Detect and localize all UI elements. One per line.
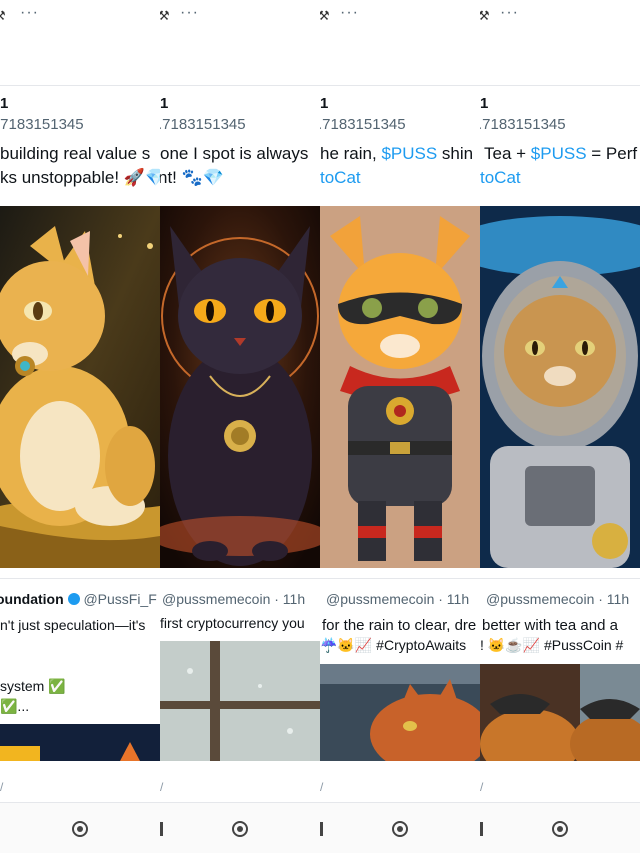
like-count: 1 xyxy=(0,95,9,112)
tweet-text-line: ks unstoppable! 🚀💎 xyxy=(0,168,160,187)
tweet-column-2: ⚒ ··· 1 .7183151345 one I spot is always… xyxy=(160,0,320,853)
tweet-text-line: first cryptocurrency you xyxy=(160,615,305,631)
like-count: 1 xyxy=(160,95,169,112)
contract-address: .7183151345 xyxy=(160,116,246,133)
contract-address: .7183151345 xyxy=(480,116,566,133)
more-icon[interactable]: ··· xyxy=(180,4,199,22)
superhero-cat-image[interactable] xyxy=(320,206,480,568)
hammer-icon: ⚒ xyxy=(480,8,490,23)
rainy-window-image[interactable] xyxy=(160,641,320,761)
system-nav-bar xyxy=(480,802,640,853)
golden-cat-image[interactable] xyxy=(0,206,160,568)
author-handle[interactable]: @pussmemecoin · 11h xyxy=(486,591,629,607)
home-nav-icon[interactable] xyxy=(392,821,408,837)
footer-mark: / xyxy=(320,780,324,794)
text-part: = Perf xyxy=(586,144,638,163)
author-handle[interactable]: @PussFi_F xyxy=(83,591,156,607)
footer-mark: / xyxy=(0,780,4,794)
contract-address: .7183151345 xyxy=(320,116,406,133)
hashtag-link[interactable]: toCat xyxy=(480,168,521,188)
tweet-column-3: ⚒ ··· 1 .7183151345 he rain, $PUSS shin … xyxy=(320,0,480,853)
tweet-text-line: building real value s xyxy=(0,144,151,163)
tweet-text-line: nt! 🐾💎 xyxy=(160,168,224,187)
rain-cat-window-image[interactable] xyxy=(320,664,480,761)
author-header: oundation @PussFi_F xyxy=(0,591,157,607)
cashtag-link[interactable]: $PUSS xyxy=(531,144,587,163)
tweet-text-line: system ✅ xyxy=(0,678,66,694)
divider xyxy=(320,85,480,86)
more-icon[interactable]: ··· xyxy=(500,4,519,22)
contract-address: .7183151345 xyxy=(0,116,84,133)
tweet-text-line: better with tea and a xyxy=(482,617,618,634)
tweet-column-1: ⚒ ··· 1 .7183151345 building real value … xyxy=(0,0,160,853)
system-nav-bar xyxy=(320,802,480,853)
system-nav-bar xyxy=(0,802,160,853)
divider xyxy=(0,578,160,579)
text-part: he rain, xyxy=(320,144,382,163)
back-nav-icon[interactable] xyxy=(160,822,163,836)
text-part: shin xyxy=(437,144,474,163)
tweet-text-line: n't just speculation—it's xyxy=(0,617,146,633)
divider xyxy=(160,85,320,86)
text-part: Tea + xyxy=(484,144,531,163)
tweet-text-line: ! 🐱☕📈 #PussCoin # xyxy=(480,637,624,653)
astronaut-cat-image[interactable] xyxy=(480,206,640,568)
author-name[interactable]: oundation xyxy=(0,591,64,607)
more-icon[interactable]: ··· xyxy=(340,4,359,22)
black-cat-image[interactable] xyxy=(160,206,320,568)
like-count: 1 xyxy=(320,95,329,112)
more-icon[interactable]: ··· xyxy=(20,4,39,22)
tweet-topbar: ⚒ ··· xyxy=(480,0,640,38)
home-nav-icon[interactable] xyxy=(232,821,248,837)
divider xyxy=(480,85,640,86)
cashtag-link[interactable]: $PUSS xyxy=(381,144,437,163)
verified-icon xyxy=(67,593,80,605)
tweet-text-line: ☔🐱📈 #CryptoAwaits xyxy=(320,637,467,653)
footer-mark: / xyxy=(480,780,484,794)
divider xyxy=(320,578,480,579)
divider xyxy=(0,85,160,86)
author-handle[interactable]: @pussmemecoin · 11h xyxy=(326,591,469,607)
tweet-topbar: ⚒ ··· xyxy=(320,0,480,38)
hammer-icon: ⚒ xyxy=(160,8,170,23)
like-count: 1 xyxy=(480,95,489,112)
tweet-column-4: ⚒ ··· 1 .7183151345 Tea + $PUSS = Perf t… xyxy=(480,0,640,853)
author-handle[interactable]: @pussmemecoin · 11h xyxy=(162,591,305,607)
home-nav-icon[interactable] xyxy=(72,821,88,837)
footer-mark: / xyxy=(160,780,164,794)
divider xyxy=(480,578,640,579)
home-nav-icon[interactable] xyxy=(552,821,568,837)
back-nav-icon[interactable] xyxy=(320,822,323,836)
tweet-text-line: he rain, $PUSS shin xyxy=(320,144,473,164)
divider xyxy=(160,578,320,579)
puss-banner-image[interactable] xyxy=(0,724,160,761)
system-nav-bar xyxy=(160,802,320,853)
tweet-topbar: ⚒ ··· xyxy=(160,0,320,38)
hammer-icon: ⚒ xyxy=(0,8,6,24)
tweet-text-line: Tea + $PUSS = Perf xyxy=(484,144,637,164)
hashtag-link[interactable]: toCat xyxy=(320,168,361,188)
back-nav-icon[interactable] xyxy=(480,822,483,836)
tweet-topbar: ⚒ ··· xyxy=(0,0,160,38)
tweet-text-line: one I spot is always xyxy=(160,144,309,163)
tweet-text-line: for the rain to clear, dre xyxy=(322,617,477,634)
tweet-text-line: ✅... xyxy=(0,698,30,714)
tea-cat-image[interactable] xyxy=(480,664,640,761)
hammer-icon: ⚒ xyxy=(320,8,330,23)
